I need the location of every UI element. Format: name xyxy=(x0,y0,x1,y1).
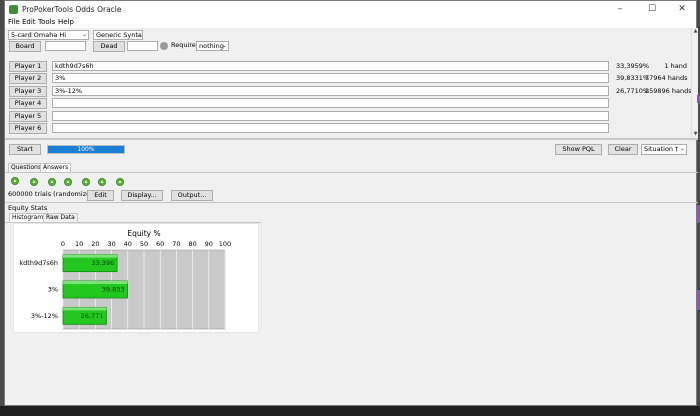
menu-help[interactable]: Help xyxy=(58,18,74,26)
board-button[interactable]: Board xyxy=(9,41,41,52)
syntax-select[interactable]: Generic Syntax ⌄ xyxy=(93,30,143,40)
require-select[interactable]: nothing ⌄ xyxy=(196,41,229,51)
bar-value-label: 39,833 xyxy=(102,286,125,294)
player-3-hand-input[interactable]: 3%-12% xyxy=(52,86,609,96)
chevron-down-icon: ⌄ xyxy=(135,31,141,38)
home-icon[interactable] xyxy=(48,178,56,186)
player-2-hand-input[interactable]: 3% xyxy=(52,73,609,83)
category-label: 3%-12% xyxy=(31,312,58,320)
player-2-hand-count: 77964 hands xyxy=(645,74,688,82)
board-input[interactable] xyxy=(45,41,86,51)
chevron-down-icon: ⌄ xyxy=(679,145,685,152)
trials-label: 600000 trials (randomized) xyxy=(8,190,97,198)
player-1-button[interactable]: Player 1 xyxy=(9,61,47,72)
situation-select-value: Situation xyxy=(644,145,674,153)
app-window: ProPokerTools Odds Oracle – ☐ ✕ File Edi… xyxy=(4,0,698,406)
close-button[interactable]: ✕ xyxy=(669,1,695,17)
x-tick-label: 90 xyxy=(205,240,213,248)
player-1-hand-count: 1 hand xyxy=(664,62,687,70)
situation-select[interactable]: Situation † ⌄ xyxy=(641,144,687,155)
progress-text: 100% xyxy=(77,146,95,153)
subtab-raw-data[interactable]: Raw Data xyxy=(43,213,78,222)
category-label: kdth9d7s6h xyxy=(19,259,58,267)
info-icon: † xyxy=(673,145,679,153)
maximize-button[interactable]: ☐ xyxy=(639,1,665,17)
home-icon[interactable] xyxy=(116,178,124,186)
x-tick-label: 70 xyxy=(172,240,180,248)
start-button[interactable]: Start xyxy=(9,144,41,155)
subtab-histogram[interactable]: Histogram xyxy=(9,213,47,222)
home-icon[interactable] xyxy=(98,178,106,186)
scroll-up-icon[interactable]: ▲ xyxy=(692,28,699,35)
game-select[interactable]: 5-card Omaha Hi ⌄ xyxy=(8,30,89,40)
x-tick-label: 10 xyxy=(75,240,83,248)
x-tick-label: 100 xyxy=(219,240,231,248)
home-icon[interactable] xyxy=(64,178,72,186)
player-6-button[interactable]: Player 6 xyxy=(9,123,47,134)
player-3-hand-count: 259896 hands xyxy=(645,87,692,95)
player-5-hand-input[interactable] xyxy=(52,111,609,121)
menu-file[interactable]: File xyxy=(8,18,20,26)
equity-bar-highlight xyxy=(63,254,118,258)
x-tick-label: 30 xyxy=(107,240,115,248)
input-panel: 5-card Omaha Hi ⌄ Generic Syntax ⌄ Board… xyxy=(5,28,692,138)
menu-edit[interactable]: Edit xyxy=(22,18,36,26)
equity-stats-label: Equity Stats xyxy=(8,204,48,212)
input-panel-scrollbar[interactable]: ▲ ▼ xyxy=(691,28,698,138)
chevron-down-icon: ⌄ xyxy=(221,42,227,49)
player-1-hand-input[interactable]: kdth9d7s6h xyxy=(52,61,609,71)
window-title: ProPokerTools Odds Oracle xyxy=(22,5,122,14)
taskbar-strip xyxy=(0,406,700,416)
x-tick-label: 60 xyxy=(156,240,164,248)
minimize-button[interactable]: – xyxy=(607,1,633,17)
player-4-button[interactable]: Player 4 xyxy=(9,98,47,109)
chevron-down-icon: ⌄ xyxy=(81,31,87,38)
menu-tools[interactable]: Tools xyxy=(38,18,55,26)
game-select-value: 5-card Omaha Hi xyxy=(11,31,67,39)
app-logo-icon xyxy=(9,5,18,14)
home-icon[interactable] xyxy=(82,178,90,186)
dead-button[interactable]: Dead xyxy=(93,41,125,52)
dead-input[interactable] xyxy=(127,41,158,51)
bar-value-label: 33,396 xyxy=(91,259,114,267)
x-tick-label: 0 xyxy=(61,240,65,248)
output-button[interactable]: Output... xyxy=(171,190,213,201)
tab-strip-line xyxy=(5,172,698,173)
chart-title: Equity % xyxy=(127,229,160,238)
x-tick-label: 80 xyxy=(188,240,196,248)
bar-value-label: 26,771 xyxy=(81,312,104,320)
tab-answers[interactable]: Answers xyxy=(40,163,72,172)
equity-bar-highlight xyxy=(63,307,107,311)
player-2-button[interactable]: Player 2 xyxy=(9,73,47,84)
x-tick-label: 40 xyxy=(124,240,132,248)
show-pql-button[interactable]: Show PQL xyxy=(555,144,602,155)
tab-questions[interactable]: Questions xyxy=(8,163,44,172)
require-select-value: nothing xyxy=(199,42,224,50)
progress-bar: 100% xyxy=(47,145,125,154)
player-5-button[interactable]: Player 5 xyxy=(9,111,47,122)
edit-button[interactable]: Edit xyxy=(87,190,114,201)
x-tick-label: 50 xyxy=(140,240,148,248)
section-divider xyxy=(5,202,698,203)
category-label: 3% xyxy=(48,286,58,294)
clear-button[interactable]: Clear xyxy=(608,144,638,155)
display-button[interactable]: Display... xyxy=(121,190,163,201)
player-4-hand-input[interactable] xyxy=(52,98,609,108)
menu-bar: File Edit Tools Help xyxy=(5,17,696,28)
player-6-hand-input[interactable] xyxy=(52,123,609,133)
equity-histogram: Equity % 0 10 20 30 40 50 60 70 80 90 100 kdth9d7s6h… xyxy=(13,223,259,333)
title-bar: ProPokerTools Odds Oracle – ☐ ✕ xyxy=(5,1,696,17)
status-indicator-icon xyxy=(160,42,168,50)
player-3-button[interactable]: Player 3 xyxy=(9,86,47,97)
splitter[interactable] xyxy=(5,138,698,140)
home-icon[interactable] xyxy=(30,178,38,186)
x-tick-label: 20 xyxy=(91,240,99,248)
status-green-icon[interactable] xyxy=(11,177,19,185)
scroll-down-icon[interactable]: ▼ xyxy=(692,131,699,138)
equity-bar-highlight xyxy=(63,281,128,284)
require-label: Require xyxy=(171,41,196,49)
equity-chart-svg: Equity % 0 10 20 30 40 50 60 70 80 90 100 kdth9d7s6h… xyxy=(19,229,231,330)
